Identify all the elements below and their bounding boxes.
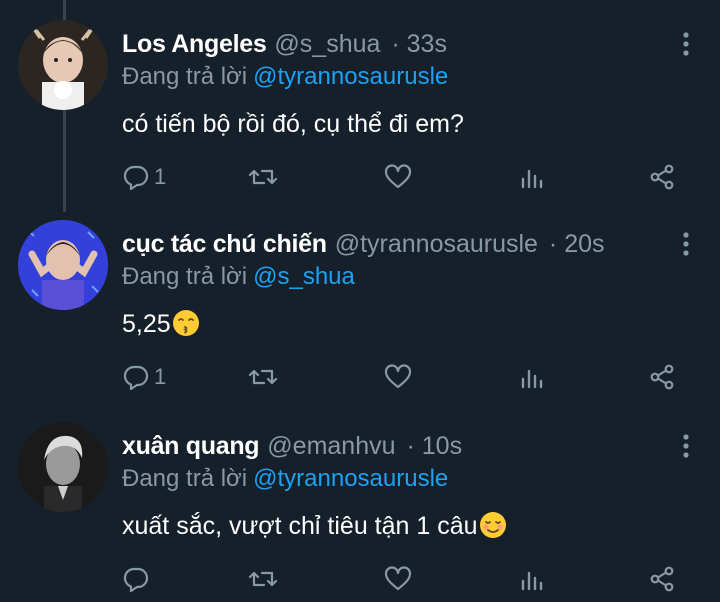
tweet-item[interactable]: cục tác chú chiến @tyrannosaurusle · 20s … [0,200,720,400]
replying-to-line: Đang trả lời @tyrannosaurusle [122,62,448,92]
analytics-button[interactable] [518,562,546,596]
like-button[interactable] [384,562,412,596]
mention-link[interactable]: @tyrannosaurusle [253,465,448,492]
reply-button[interactable]: 1 [122,160,166,194]
reply-count: 1 [154,164,167,189]
more-options-icon[interactable] [678,230,694,258]
display-name[interactable]: cục tác chú chiến [122,230,327,258]
more-options-icon[interactable] [678,30,694,58]
reply-count: 1 [154,364,167,389]
analytics-button[interactable] [518,360,546,394]
action-bar [122,562,692,596]
tweet-item[interactable]: xuân quang @emanhvu · 10s Đang trả lời @ty… [0,402,720,602]
timestamp[interactable]: · 20s [549,230,605,258]
retweet-icon [248,169,278,185]
tweet-header: cục tác chú chiến @tyrannosaurusle · 20s [122,228,605,260]
analytics-icon [521,169,543,189]
analytics-icon [521,571,543,591]
retweet-button[interactable] [248,562,278,596]
tweet-text: có tiến bộ rồi đó, cụ thể đi em? [122,108,464,140]
analytics-icon [521,369,543,389]
user-handle[interactable]: @emanhvu [267,432,395,460]
tweet-text-content: xuất sắc, vượt chỉ tiêu tận 1 câu [122,512,478,540]
reply-button[interactable] [122,562,154,596]
display-name[interactable]: xuân quang [122,432,260,460]
display-name[interactable]: Los Angeles [122,30,267,58]
tweet-item[interactable]: Los Angeles @s_shua · 33s Đang trả lời @ty… [0,0,720,200]
share-button[interactable] [648,160,676,194]
share-icon [650,364,674,390]
replying-to-label: Đang trả lời [122,263,248,290]
tweet-header: Los Angeles @s_shua · 33s [122,28,447,60]
kissing-face-emoji [172,310,199,336]
retweet-icon [248,571,278,587]
avatar[interactable] [18,20,108,110]
heart-icon [384,164,412,189]
replying-to-line: Đang trả lời @tyrannosaurusle [122,464,448,494]
smiling-face-emoji [479,512,506,538]
reply-icon [123,567,149,593]
share-icon [650,566,674,592]
action-bar: 1 [122,160,692,194]
tweet-text: xuất sắc, vượt chỉ tiêu tận 1 câu [122,510,507,542]
reply-icon [123,365,149,391]
heart-icon [384,566,412,591]
replying-to-line: Đang trả lời @s_shua [122,262,355,292]
replying-to-label: Đang trả lời [122,465,248,492]
retweet-button[interactable] [248,160,278,194]
retweet-icon [248,369,278,385]
share-button[interactable] [648,562,676,596]
like-button[interactable] [384,160,412,194]
user-handle[interactable]: @s_shua [274,30,380,58]
replying-to-label: Đang trả lời [122,63,248,90]
like-button[interactable] [384,360,412,394]
avatar[interactable] [18,220,108,310]
heart-icon [384,364,412,389]
tweet-text-content: có tiến bộ rồi đó, cụ thể đi em? [122,110,464,138]
user-handle[interactable]: @tyrannosaurusle [335,230,538,258]
tweet-text-content: 5,25 [122,310,171,338]
retweet-button[interactable] [248,360,278,394]
tweet-text: 5,25 [122,308,200,340]
timestamp[interactable]: · 33s [391,30,447,58]
reply-icon [123,165,149,191]
share-icon [650,164,674,190]
timestamp[interactable]: · 10s [406,432,462,460]
mention-link[interactable]: @tyrannosaurusle [253,63,448,90]
reply-button[interactable]: 1 [122,360,166,394]
tweet-header: xuân quang @emanhvu · 10s [122,430,462,462]
mention-link[interactable]: @s_shua [253,263,355,290]
analytics-button[interactable] [518,160,546,194]
more-options-icon[interactable] [678,432,694,460]
share-button[interactable] [648,360,676,394]
avatar[interactable] [18,422,108,512]
action-bar: 1 [122,360,692,394]
